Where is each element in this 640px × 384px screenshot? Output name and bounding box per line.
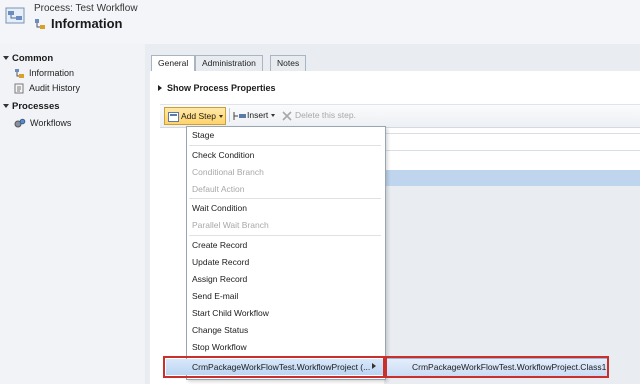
highlight-box xyxy=(385,356,609,378)
delete-x-icon xyxy=(282,111,292,121)
delete-step-button[interactable]: Delete this step. xyxy=(282,107,356,123)
add-step-button[interactable]: Add Step xyxy=(164,107,226,125)
menu-item-start-child-workflow[interactable]: Start Child Workflow xyxy=(192,306,269,320)
menu-item-stage[interactable]: Stage xyxy=(192,128,214,142)
page-title: Information xyxy=(51,16,123,31)
menu-item-conditional-branch: Conditional Branch xyxy=(192,167,264,177)
nav-item-information[interactable]: Information xyxy=(14,66,74,80)
nav-item-workflows[interactable]: Workflows xyxy=(14,116,71,130)
workflow-gears-icon xyxy=(14,118,26,128)
tab-administration[interactable]: Administration xyxy=(195,55,263,71)
step-row[interactable] xyxy=(384,133,640,151)
audit-history-icon xyxy=(14,83,24,94)
chevron-down-icon xyxy=(218,115,223,119)
expand-triangle-icon xyxy=(158,85,162,91)
collapse-triangle-icon xyxy=(3,56,9,60)
toolbar-divider xyxy=(229,108,230,122)
menu-item-default-action: Default Action xyxy=(192,184,245,194)
information-icon xyxy=(34,18,46,30)
menu-item-update-record[interactable]: Update Record xyxy=(192,255,249,269)
menu-item-wait-condition[interactable]: Wait Condition xyxy=(192,201,247,215)
process-label: Process: Test Workflow xyxy=(34,3,138,14)
add-step-icon xyxy=(168,111,179,122)
step-toolbar xyxy=(160,104,640,128)
nav-section-common[interactable]: Common xyxy=(0,53,53,64)
menu-item-change-status[interactable]: Change Status xyxy=(192,323,248,337)
collapse-triangle-icon xyxy=(3,104,9,108)
menu-item-send-email[interactable]: Send E-mail xyxy=(192,289,238,303)
selected-step-row[interactable] xyxy=(384,170,640,186)
chevron-down-icon xyxy=(271,114,276,118)
highlight-box xyxy=(163,356,385,378)
form-icon xyxy=(15,69,24,79)
insert-icon xyxy=(233,111,246,120)
tab-notes[interactable]: Notes xyxy=(270,55,307,71)
menu-separator xyxy=(189,235,381,236)
menu-item-assign-record[interactable]: Assign Record xyxy=(192,272,247,286)
menu-item-parallel-wait-branch: Parallel Wait Branch xyxy=(192,220,269,230)
menu-separator xyxy=(189,198,381,199)
menu-item-stop-workflow[interactable]: Stop Workflow xyxy=(192,340,247,354)
show-process-properties-toggle[interactable]: Show Process Properties xyxy=(158,83,276,93)
process-icon xyxy=(5,5,27,27)
nav-section-processes[interactable]: Processes xyxy=(0,101,60,112)
insert-button[interactable]: Insert xyxy=(233,107,276,123)
nav-item-audit-history[interactable]: Audit History xyxy=(14,81,80,95)
menu-item-create-record[interactable]: Create Record xyxy=(192,238,247,252)
steps-designer-area xyxy=(384,186,640,384)
left-navigation xyxy=(0,44,145,384)
tab-general[interactable]: General xyxy=(151,55,196,72)
menu-separator xyxy=(189,145,381,146)
menu-item-check-condition[interactable]: Check Condition xyxy=(192,148,254,162)
